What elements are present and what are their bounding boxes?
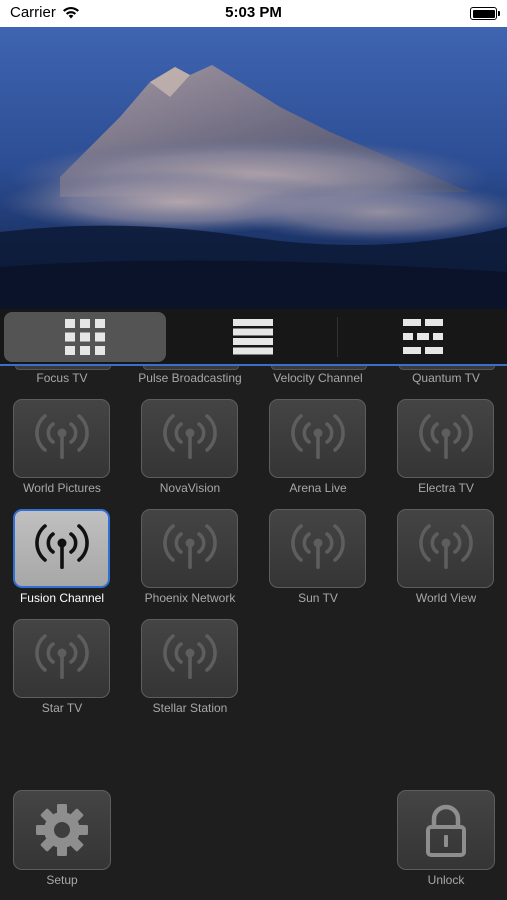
- channel-label: World Pictures: [23, 481, 101, 495]
- preview-image: [0, 27, 507, 309]
- grid-icon: [65, 319, 105, 355]
- channel-preview[interactable]: [0, 27, 507, 309]
- tab-divider: [337, 317, 338, 357]
- channel-item[interactable]: Electra TV: [382, 399, 507, 509]
- tab-compact-view[interactable]: [340, 312, 506, 362]
- view-mode-toolbar: [0, 309, 507, 365]
- channel-tile-edge: [143, 366, 239, 370]
- channel-tile[interactable]: [13, 619, 110, 698]
- channel-item[interactable]: Arena Live: [254, 399, 382, 509]
- channel-grid[interactable]: Focus TV Pulse Broadcasting Velocity Cha…: [0, 366, 507, 766]
- antenna-icon: [160, 631, 220, 686]
- channel-item[interactable]: Star TV: [0, 619, 126, 729]
- channel-label[interactable]: Velocity Channel: [254, 371, 382, 385]
- channel-label[interactable]: Focus TV: [0, 371, 126, 385]
- channel-item-selected[interactable]: Fusion Channel: [0, 509, 126, 619]
- antenna-icon: [32, 411, 92, 466]
- channel-tile[interactable]: [13, 399, 110, 478]
- battery-icon: [470, 7, 500, 20]
- channel-label: Star TV: [41, 701, 83, 715]
- tab-list-view[interactable]: [170, 312, 336, 362]
- channel-tile[interactable]: [397, 399, 494, 478]
- channel-label: Stellar Station: [152, 701, 228, 715]
- channel-tile-edge: [271, 366, 367, 370]
- channel-label: NovaVision: [159, 481, 221, 495]
- unlock-label: Unlock: [427, 873, 465, 887]
- channel-item[interactable]: World Pictures: [0, 399, 126, 509]
- setup-tile[interactable]: [13, 790, 111, 870]
- channel-tile[interactable]: [269, 399, 366, 478]
- compact-grid-icon: [403, 319, 443, 354]
- setup-label: Setup: [46, 873, 78, 887]
- channel-tile[interactable]: [141, 399, 238, 478]
- lock-icon: [426, 804, 466, 857]
- channel-tile[interactable]: [141, 619, 238, 698]
- channel-item[interactable]: Sun TV: [254, 509, 382, 619]
- channel-tile[interactable]: [397, 509, 494, 588]
- antenna-icon: [160, 521, 220, 576]
- channel-tile-edge: [399, 366, 495, 370]
- antenna-icon: [32, 521, 92, 576]
- channel-item[interactable]: World View: [382, 509, 507, 619]
- gear-icon: [36, 804, 88, 856]
- antenna-icon: [160, 411, 220, 466]
- antenna-icon: [416, 521, 476, 576]
- status-bar: Carrier 5:03 PM: [0, 0, 507, 27]
- setup-button[interactable]: Setup: [13, 790, 113, 895]
- channel-tile-edge: [15, 366, 111, 370]
- channel-label[interactable]: Pulse Broadcasting: [126, 371, 254, 385]
- channel-item[interactable]: NovaVision: [126, 399, 254, 509]
- antenna-icon: [288, 411, 348, 466]
- channel-tile[interactable]: [141, 509, 238, 588]
- channel-item[interactable]: Phoenix Network: [126, 509, 254, 619]
- list-icon: [233, 319, 273, 355]
- channel-label[interactable]: Quantum TV: [382, 371, 507, 385]
- antenna-icon: [32, 631, 92, 686]
- tab-grid-view[interactable]: [4, 312, 166, 362]
- antenna-icon: [288, 521, 348, 576]
- channel-tile[interactable]: [269, 509, 366, 588]
- channel-label: World View: [415, 591, 477, 605]
- channel-label: Phoenix Network: [144, 591, 236, 605]
- unlock-tile[interactable]: [397, 790, 495, 870]
- channel-label: Arena Live: [289, 481, 347, 495]
- channel-label: Fusion Channel: [19, 591, 105, 605]
- channel-label: Electra TV: [418, 481, 474, 495]
- channel-tile[interactable]: [13, 509, 110, 588]
- channel-label: Sun TV: [298, 591, 338, 605]
- antenna-icon: [416, 411, 476, 466]
- unlock-button[interactable]: Unlock: [397, 790, 497, 895]
- clock: 5:03 PM: [225, 4, 282, 21]
- channel-item[interactable]: Stellar Station: [126, 619, 254, 729]
